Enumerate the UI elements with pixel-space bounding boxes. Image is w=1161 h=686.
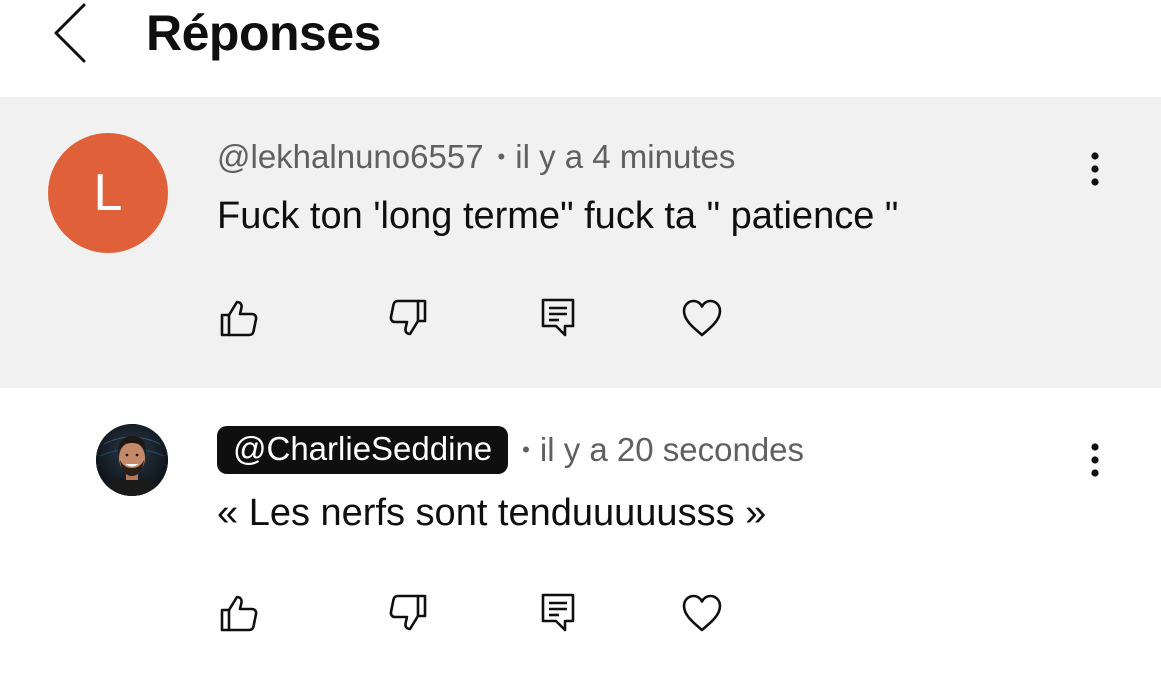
more-options-button[interactable]	[1070, 144, 1120, 194]
avatar-letter: L	[93, 164, 123, 222]
reply-icon	[538, 591, 578, 635]
comment-timestamp: il y a 20 secondes	[539, 431, 805, 468]
heart-icon	[680, 297, 724, 339]
dislike-button[interactable]	[383, 293, 433, 343]
thumbs-down-icon	[387, 592, 429, 634]
dislike-button[interactable]	[383, 588, 433, 638]
comment-author[interactable]: @lekhalnuno6557	[217, 138, 484, 176]
comment-timestamp: il y a 4 minutes	[515, 138, 736, 175]
heart-icon	[680, 592, 724, 634]
like-button[interactable]	[214, 293, 264, 343]
thumbs-down-icon	[387, 297, 429, 339]
heart-button[interactable]	[677, 588, 727, 638]
heart-button[interactable]	[677, 293, 727, 343]
thumbs-up-icon	[218, 592, 260, 634]
comment-text: Fuck ton 'long terme" fuck ta " patience…	[217, 195, 899, 237]
avatar[interactable]	[96, 424, 168, 496]
avatar-photo-image	[96, 424, 168, 496]
comment-text: « Les nerfs sont tenduuuuusss »	[217, 492, 767, 534]
reply-icon	[538, 296, 578, 340]
more-options-button[interactable]	[1070, 435, 1120, 485]
more-vertical-icon	[1090, 151, 1100, 187]
reply-button[interactable]	[533, 588, 583, 638]
more-vertical-icon	[1090, 442, 1100, 478]
reply-button[interactable]	[533, 293, 583, 343]
comment-author-badge[interactable]: @CharlieSeddine	[217, 426, 509, 474]
avatar[interactable]: L	[48, 133, 168, 253]
back-button[interactable]	[40, 0, 100, 66]
comment-item: @CharlieSeddine • il y a 20 secondes « L…	[0, 388, 1161, 686]
like-button[interactable]	[214, 588, 264, 638]
comment-item: L @lekhalnuno6557 • il y a 4 minutes Fuc…	[0, 97, 1161, 388]
page-title: Réponses	[146, 5, 381, 61]
comment-actions	[0, 293, 1161, 343]
comment-meta: @lekhalnuno6557 • il y a 4 minutes	[217, 135, 735, 179]
comment-actions	[0, 588, 1161, 638]
header: Réponses	[0, 0, 1161, 97]
chevron-left-icon	[52, 2, 88, 64]
thumbs-up-icon	[218, 297, 260, 339]
meta-separator: •	[497, 144, 506, 169]
comment-meta: @CharlieSeddine • il y a 20 secondes	[217, 424, 804, 476]
meta-separator: •	[522, 437, 530, 462]
